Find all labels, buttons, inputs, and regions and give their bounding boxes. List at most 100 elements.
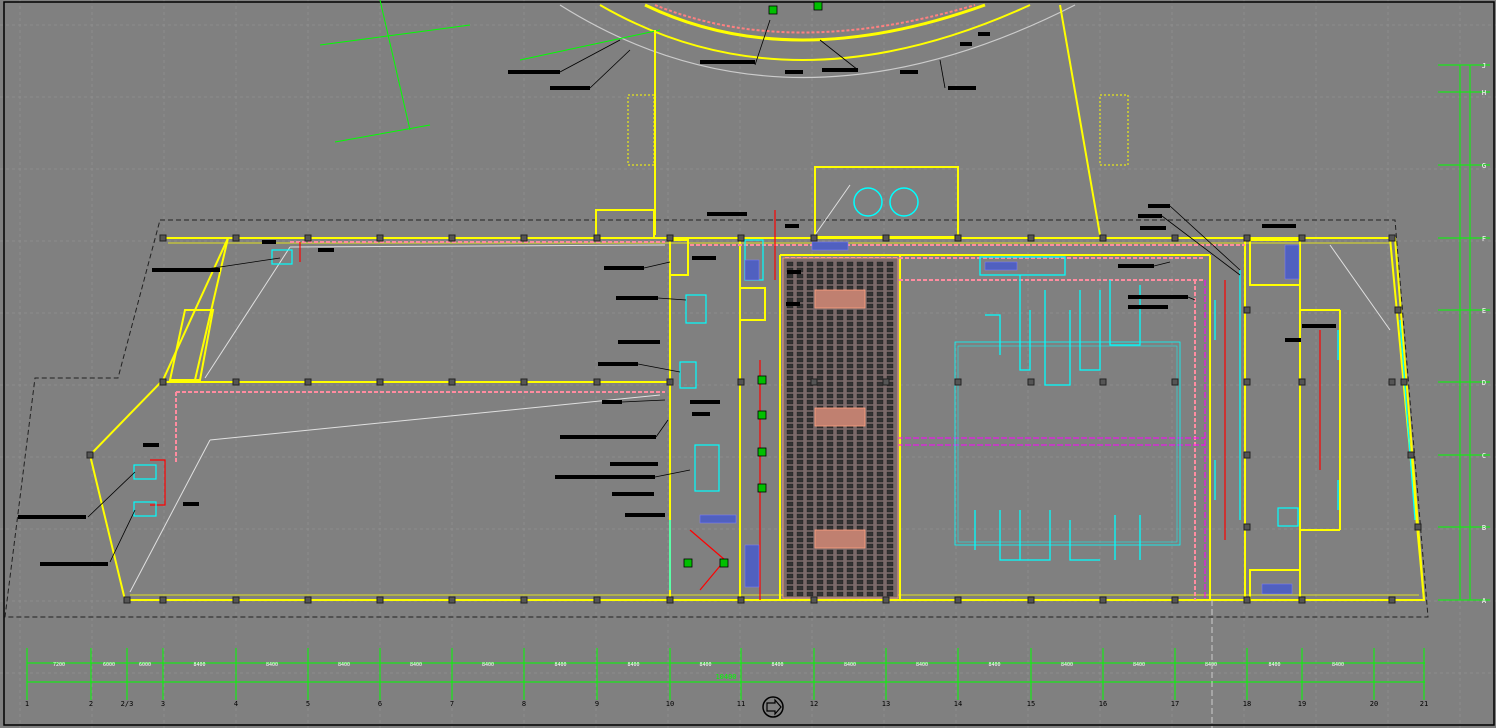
seat bbox=[846, 345, 854, 351]
callout-leader bbox=[1187, 296, 1196, 301]
seat bbox=[866, 483, 874, 489]
seat bbox=[876, 537, 884, 543]
seat bbox=[886, 471, 894, 477]
seat bbox=[786, 531, 794, 537]
seat bbox=[866, 405, 874, 411]
seat bbox=[796, 543, 804, 549]
callout-text bbox=[598, 362, 638, 366]
seat bbox=[866, 459, 874, 465]
callout-text bbox=[318, 248, 334, 252]
seat bbox=[876, 423, 884, 429]
axis-label: 12 bbox=[810, 700, 818, 708]
column bbox=[376, 234, 384, 242]
column bbox=[1099, 596, 1107, 604]
seat bbox=[806, 507, 814, 513]
aisle-landing bbox=[814, 407, 866, 427]
seat bbox=[836, 465, 844, 471]
column bbox=[159, 378, 167, 386]
alarm-valve bbox=[757, 483, 767, 493]
auditorium-seating bbox=[782, 257, 899, 599]
seat bbox=[856, 285, 864, 291]
seat bbox=[886, 525, 894, 531]
alarm-valve bbox=[757, 447, 767, 457]
seat bbox=[796, 297, 804, 303]
seat bbox=[866, 363, 874, 369]
callout-text bbox=[604, 266, 644, 270]
column bbox=[1243, 378, 1251, 386]
seat bbox=[796, 345, 804, 351]
seat bbox=[846, 267, 854, 273]
seat bbox=[846, 387, 854, 393]
alarm-valve bbox=[757, 375, 767, 385]
seat bbox=[846, 447, 854, 453]
column bbox=[737, 234, 745, 242]
callout-text bbox=[1140, 226, 1166, 230]
seat bbox=[816, 519, 824, 525]
axis-label: 7 bbox=[450, 700, 454, 708]
seat bbox=[856, 339, 864, 345]
callout-text bbox=[1138, 214, 1162, 218]
seat bbox=[886, 477, 894, 483]
seat bbox=[846, 573, 854, 579]
seat bbox=[836, 399, 844, 405]
seat bbox=[866, 351, 874, 357]
seat bbox=[876, 501, 884, 507]
seat bbox=[836, 381, 844, 387]
column bbox=[448, 596, 456, 604]
seat bbox=[796, 465, 804, 471]
seat bbox=[856, 477, 864, 483]
seat bbox=[816, 279, 824, 285]
seat bbox=[796, 261, 804, 267]
seat bbox=[876, 579, 884, 585]
seat bbox=[876, 525, 884, 531]
seat bbox=[816, 513, 824, 519]
column bbox=[593, 378, 601, 386]
seat bbox=[826, 333, 834, 339]
seat bbox=[796, 555, 804, 561]
seat bbox=[856, 315, 864, 321]
seat bbox=[806, 483, 814, 489]
seat bbox=[826, 501, 834, 507]
seat bbox=[886, 309, 894, 315]
seat bbox=[806, 525, 814, 531]
seat bbox=[806, 351, 814, 357]
seat bbox=[866, 423, 874, 429]
seat bbox=[816, 267, 824, 273]
seat bbox=[836, 483, 844, 489]
seat bbox=[876, 315, 884, 321]
callout-text bbox=[560, 435, 656, 439]
seat bbox=[866, 471, 874, 477]
seat bbox=[816, 579, 824, 585]
callout-text bbox=[948, 86, 976, 90]
seat bbox=[866, 333, 874, 339]
column bbox=[882, 378, 890, 386]
callout-text bbox=[602, 400, 622, 404]
seat bbox=[856, 321, 864, 327]
seat bbox=[856, 429, 864, 435]
seat bbox=[826, 285, 834, 291]
column bbox=[954, 234, 962, 242]
seat bbox=[856, 357, 864, 363]
callout-text bbox=[692, 412, 710, 416]
water-tank-1 bbox=[853, 187, 883, 217]
seat bbox=[786, 447, 794, 453]
seat bbox=[796, 321, 804, 327]
seat bbox=[786, 321, 794, 327]
seat bbox=[826, 477, 834, 483]
seat bbox=[886, 399, 894, 405]
callout-text bbox=[18, 515, 86, 519]
seat bbox=[816, 483, 824, 489]
seat bbox=[886, 267, 894, 273]
seat bbox=[826, 495, 834, 501]
column bbox=[86, 451, 94, 459]
seat bbox=[856, 447, 864, 453]
seat bbox=[846, 441, 854, 447]
axis-label: 8 bbox=[522, 700, 526, 708]
seat bbox=[836, 549, 844, 555]
seat bbox=[876, 297, 884, 303]
cad-drawing-canvas[interactable]: JHGFEDCBA 1 2 2/3 3 4 5 6 7 8 9 10 11 12 13 14 15 16 17 18… bbox=[0, 0, 1496, 728]
callout-text bbox=[143, 443, 159, 447]
seat bbox=[816, 555, 824, 561]
seat bbox=[806, 513, 814, 519]
seat bbox=[826, 381, 834, 387]
